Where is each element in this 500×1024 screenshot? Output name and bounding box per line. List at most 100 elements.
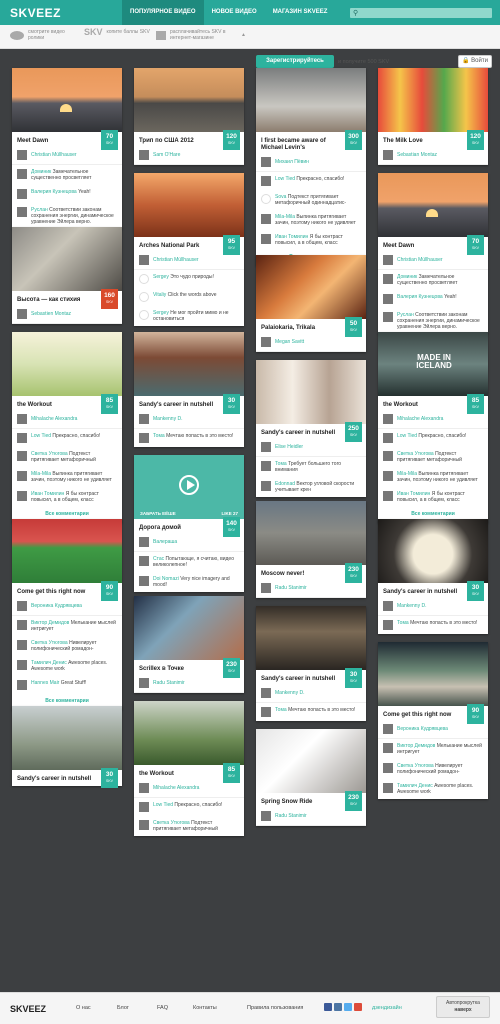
video-author[interactable]: Megan Savitt (256, 335, 366, 352)
video-card[interactable]: Moscow never! 230 SKV Radu Stanimir (256, 501, 366, 598)
video-card[interactable]: The Milk Love 120 SKV Sebastian Montaz (378, 68, 488, 165)
video-author[interactable]: Sebastian Montaz (378, 148, 488, 165)
twitter-icon[interactable] (344, 1003, 352, 1011)
scroll-top-button[interactable]: Автопрокрутка наверх (436, 996, 490, 1018)
video-author[interactable]: Mihalache Alexandra (134, 781, 244, 798)
video-thumbnail[interactable] (134, 701, 244, 765)
comment-user[interactable]: Sergey (153, 274, 169, 280)
video-card[interactable]: the Workout 85 SKV Mihalache Alexandra Low T… (134, 701, 244, 836)
video-thumbnail[interactable]: MADE IN ICELAND (378, 332, 488, 396)
footer-link-rules[interactable]: Правила пользования (247, 1005, 303, 1011)
video-author[interactable]: Radu Stanimir (134, 676, 244, 693)
comment-user[interactable]: Low Tied (275, 176, 295, 182)
comment-user[interactable]: Валерия Кузнецова (397, 294, 443, 300)
logo[interactable]: SKVEEZ (10, 6, 61, 20)
video-card[interactable]: Arches National Park 95 SKV Christian Müllh… (134, 173, 244, 326)
video-author[interactable]: Валераша (134, 535, 244, 552)
video-thumbnail[interactable] (134, 173, 244, 237)
video-author[interactable]: Radu Stanimir (256, 581, 366, 598)
toggle-icon[interactable]: ▲ (241, 32, 246, 38)
video-author[interactable]: Christian Müllhauser (12, 148, 122, 165)
author-name[interactable]: Михаил Пёвин (275, 159, 309, 165)
video-thumbnail[interactable] (134, 596, 244, 660)
video-card[interactable]: Meet Dawn 70 SKV Christian Müllhauser Домини… (378, 173, 488, 334)
author-name[interactable]: Mankenny D. (275, 690, 304, 696)
video-card[interactable]: Sandy's career in nutshell 30 SKV Mankenny … (378, 519, 488, 634)
video-thumbnail[interactable] (378, 642, 488, 706)
author-name[interactable]: Sebastien Montaz (31, 311, 71, 317)
author-name[interactable]: Radu Stanimir (275, 813, 307, 819)
video-thumbnail[interactable] (378, 68, 488, 132)
video-author[interactable]: Elise Heidler (256, 440, 366, 457)
play-icon[interactable] (179, 475, 199, 495)
video-card[interactable]: MADE IN ICELAND the Workout 85 SKV Mihalache… (378, 332, 488, 523)
video-card[interactable]: Spring Snow Ride 230 SKV Radu Stanimir (256, 729, 366, 826)
video-card[interactable]: Palaiokaria, Trikala 50 SKV Megan Savitt (256, 255, 366, 352)
footer-link-faq[interactable]: FAQ (157, 1005, 168, 1011)
footer-link-contacts[interactable]: Контакты (193, 1005, 217, 1011)
comment-user[interactable]: Тома (153, 433, 165, 439)
footer-link-about[interactable]: О нас (76, 1005, 91, 1011)
author-name[interactable]: Radu Stanimir (153, 680, 185, 686)
video-author[interactable]: Radu Stanimir (256, 809, 366, 826)
video-author[interactable]: Sebastien Montaz (12, 307, 122, 324)
video-author[interactable]: Christian Müllhauser (378, 253, 488, 270)
video-card[interactable]: I first became aware of Michael Levin's 3… (256, 68, 366, 266)
author-name[interactable]: Elise Heidler (275, 444, 303, 450)
author-name[interactable]: Mihalache Alexandra (397, 416, 443, 422)
video-card[interactable]: ЗАБРАТЬ ЕЁШЕ LIKE 27 Дорога домой 140 SKV Вал… (134, 455, 244, 592)
video-author[interactable]: Вероника Кудрявцева (378, 722, 488, 739)
facebook-icon[interactable] (324, 1003, 332, 1011)
author-name[interactable]: Mankenny D. (153, 416, 182, 422)
video-card[interactable]: Трип по США 2012 120 SKV Sam O'Hare (134, 68, 244, 165)
author-name[interactable]: Christian Müllhauser (397, 257, 443, 263)
comment-user[interactable]: Vitaliy (153, 292, 166, 298)
video-thumbnail[interactable] (256, 360, 366, 424)
design-credit[interactable]: дзендизайн (372, 1005, 402, 1011)
video-author[interactable]: Mankenny D. (256, 686, 366, 703)
author-name[interactable]: Вероника Кудрявцева (397, 726, 448, 732)
save-video-button[interactable]: ЗАБРАТЬ ЕЁШЕ (140, 509, 176, 519)
video-card[interactable]: Sandy's career in nutshell 250 SKV Elise He… (256, 360, 366, 497)
author-name[interactable]: Вероника Кудрявцева (31, 603, 82, 609)
vk-icon[interactable] (334, 1003, 342, 1011)
author-name[interactable]: Radu Stanimir (275, 585, 307, 591)
nav-shop[interactable]: МАГАЗИН SKVEEZ (265, 0, 336, 25)
author-name[interactable]: Валераша (153, 539, 177, 545)
video-author[interactable]: Mihalache Alexandra (378, 412, 488, 429)
video-author[interactable]: Christian Müllhauser (134, 253, 244, 270)
video-thumbnail[interactable] (256, 729, 366, 793)
nav-popular[interactable]: ПОПУЛЯРНОЕ ВИДЕО (122, 0, 204, 25)
author-name[interactable]: Sebastian Montaz (397, 152, 437, 158)
video-card[interactable]: Высота — как стихия 160 SKV Sebastien Monta… (12, 227, 122, 324)
video-author[interactable]: Sam O'Hare (134, 148, 244, 165)
comment-user[interactable]: Валерия Кузнецова (31, 189, 77, 195)
video-author[interactable]: Mihalache Alexandra (12, 412, 122, 429)
video-author[interactable]: Mankenny D. (378, 599, 488, 616)
video-thumbnail[interactable] (12, 68, 122, 132)
video-thumbnail[interactable] (12, 706, 122, 770)
author-name[interactable]: Mankenny D. (397, 603, 426, 609)
author-name[interactable]: Megan Savitt (275, 339, 304, 345)
video-card[interactable]: Sandy's career in nutshell 30 SKV Mankenny … (134, 332, 244, 447)
author-name[interactable]: Christian Müllhauser (31, 152, 77, 158)
author-name[interactable]: Mihalache Alexandra (31, 416, 77, 422)
video-thumbnail[interactable] (134, 332, 244, 396)
comment-user[interactable]: Тома (275, 707, 287, 713)
comment-user[interactable]: Low Tied (397, 433, 417, 439)
comment-user[interactable]: Low Tied (153, 802, 173, 808)
comment-user[interactable]: Тома (397, 620, 409, 626)
nav-new[interactable]: НОВОЕ ВИДЕО (204, 0, 265, 25)
video-card[interactable]: Come get this right now 90 SKV Вероника Куд… (12, 519, 122, 710)
video-thumbnail[interactable] (12, 227, 122, 291)
comment-user[interactable]: Low Tied (31, 433, 51, 439)
video-thumbnail[interactable] (378, 173, 488, 237)
video-thumbnail[interactable] (378, 519, 488, 583)
comment-user[interactable]: Hannes Mair (31, 680, 59, 686)
author-name[interactable]: Sam O'Hare (153, 152, 180, 158)
search-input[interactable]: ⚲ (350, 8, 492, 18)
author-name[interactable]: Mihalache Alexandra (153, 785, 199, 791)
gplus-icon[interactable] (354, 1003, 362, 1011)
video-card[interactable]: the Workout 85 SKV Mihalache Alexandra Low T… (12, 332, 122, 523)
video-card[interactable]: Scrillex в Точке 230 SKV Radu Stanimir (134, 596, 244, 693)
